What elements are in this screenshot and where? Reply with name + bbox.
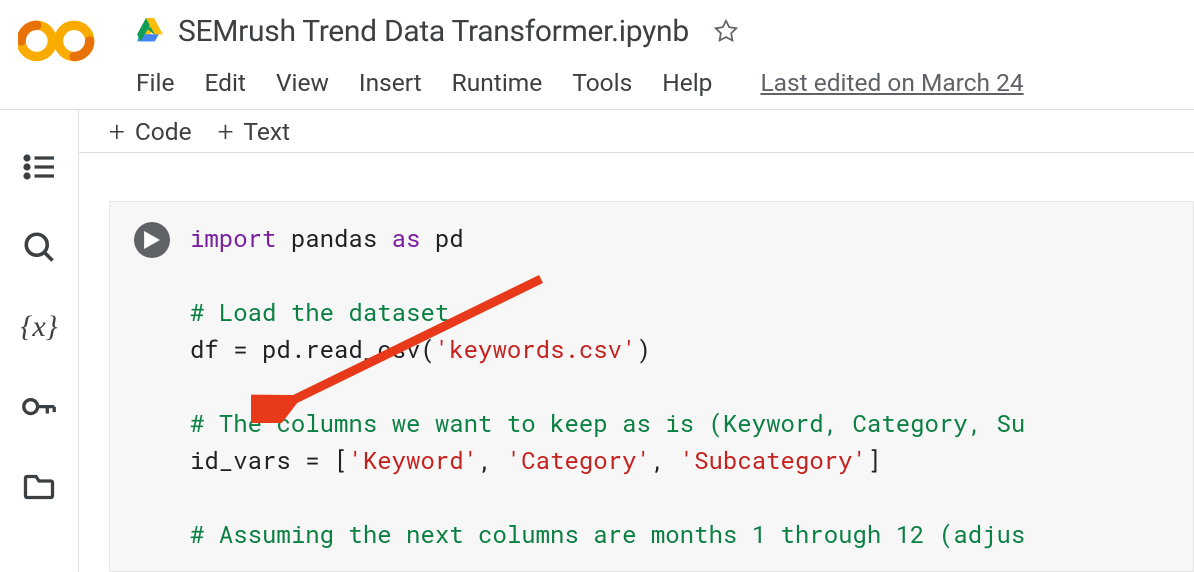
colab-logo xyxy=(18,16,96,66)
star-icon[interactable] xyxy=(713,18,739,44)
last-edited-link[interactable]: Last edited on March 24 xyxy=(760,68,1023,97)
menu-view[interactable]: View xyxy=(276,68,329,97)
add-text-label: Text xyxy=(243,117,290,146)
code-cell[interactable]: import pandas as pd # Load the dataset d… xyxy=(109,201,1194,572)
variables-icon[interactable]: {x} xyxy=(21,310,57,344)
menu-help[interactable]: Help xyxy=(662,68,712,97)
plus-icon: + xyxy=(218,115,234,148)
menu-file[interactable]: File xyxy=(136,68,174,97)
files-icon[interactable] xyxy=(21,470,57,504)
add-code-label: Code xyxy=(135,117,192,146)
toc-icon[interactable] xyxy=(21,150,57,184)
code-editor[interactable]: import pandas as pd # Load the dataset d… xyxy=(182,220,1025,553)
menu-edit[interactable]: Edit xyxy=(204,68,246,97)
left-sidebar: {x} xyxy=(0,110,78,572)
menu-runtime[interactable]: Runtime xyxy=(452,68,543,97)
secrets-icon[interactable] xyxy=(21,390,57,424)
add-code-button[interactable]: + Code xyxy=(109,115,192,148)
menu-insert[interactable]: Insert xyxy=(359,68,422,97)
plus-icon: + xyxy=(109,115,125,148)
run-cell-button[interactable] xyxy=(134,222,170,258)
menu-tools[interactable]: Tools xyxy=(572,68,632,97)
drive-icon xyxy=(136,18,164,44)
cell-toolbar: + Code + Text xyxy=(79,110,1194,153)
add-text-button[interactable]: + Text xyxy=(218,115,290,148)
notebook-title[interactable]: SEMrush Trend Data Transformer.ipynb xyxy=(178,14,689,49)
menu-bar: File Edit View Insert Runtime Tools Help… xyxy=(136,68,1194,97)
search-icon[interactable] xyxy=(21,230,57,264)
play-icon xyxy=(144,231,160,249)
